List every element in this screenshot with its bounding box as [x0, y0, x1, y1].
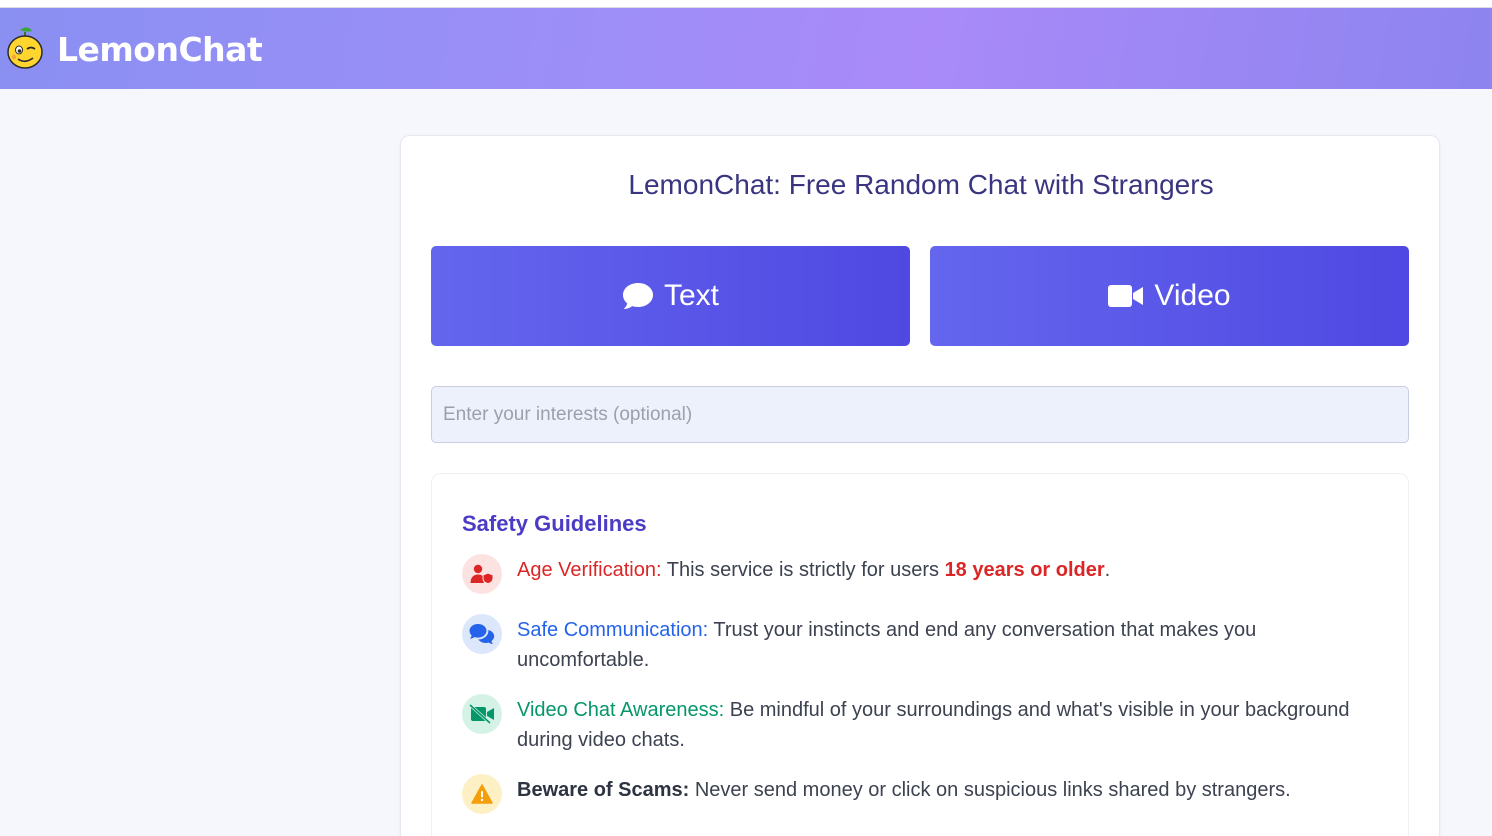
guideline-scams-label: Beware of Scams: — [517, 779, 690, 801]
guideline-age-end: . — [1104, 559, 1111, 581]
guideline-video-text: Video Chat Awareness: Be mindful of your… — [517, 695, 1367, 755]
age-requirement-emphasis: 18 years or older — [944, 559, 1105, 581]
page-title: LemonChat: Free Random Chat with Strange… — [628, 169, 1214, 200]
guideline-age-text: Age Verification: This service is strict… — [517, 555, 1367, 585]
lemon-logo-icon[interactable] — [6, 26, 44, 70]
guideline-video-label: Video Chat Awareness: — [517, 699, 725, 721]
warning-icon — [462, 774, 502, 814]
chat-bubbles-icon — [462, 614, 502, 654]
chat-bubble-icon — [622, 283, 653, 309]
text-chat-button[interactable]: Text — [431, 246, 910, 346]
video-chat-button[interactable]: Video — [930, 246, 1409, 346]
video-camera-icon — [1108, 285, 1144, 307]
brand-name[interactable]: LemonChat — [57, 30, 263, 69]
video-button-label: Video — [1154, 279, 1231, 312]
main-card: LemonChat: Free Random Chat with Strange… — [400, 135, 1440, 836]
safety-guidelines-panel: Safety Guidelines Age Verification: This… — [431, 473, 1409, 836]
safety-guidelines-title: Safety Guidelines — [462, 511, 647, 536]
video-off-icon — [462, 694, 502, 734]
guideline-communication-text: Safe Communication: Trust your instincts… — [517, 615, 1367, 675]
user-shield-icon — [462, 554, 502, 594]
guideline-age-label: Age Verification: — [517, 559, 662, 581]
guideline-age-body: This service is strictly for users — [661, 559, 945, 581]
text-button-label: Text — [663, 279, 720, 312]
guideline-scams-text: Beware of Scams: Never send money or cli… — [517, 775, 1367, 805]
guideline-scams-body: Never send money or click on suspicious … — [689, 779, 1291, 801]
interests-input[interactable] — [431, 386, 1409, 443]
app-header: LemonChat — [0, 8, 1492, 89]
browser-top-edge — [0, 0, 1492, 8]
guideline-communication-label: Safe Communication: — [517, 619, 709, 641]
